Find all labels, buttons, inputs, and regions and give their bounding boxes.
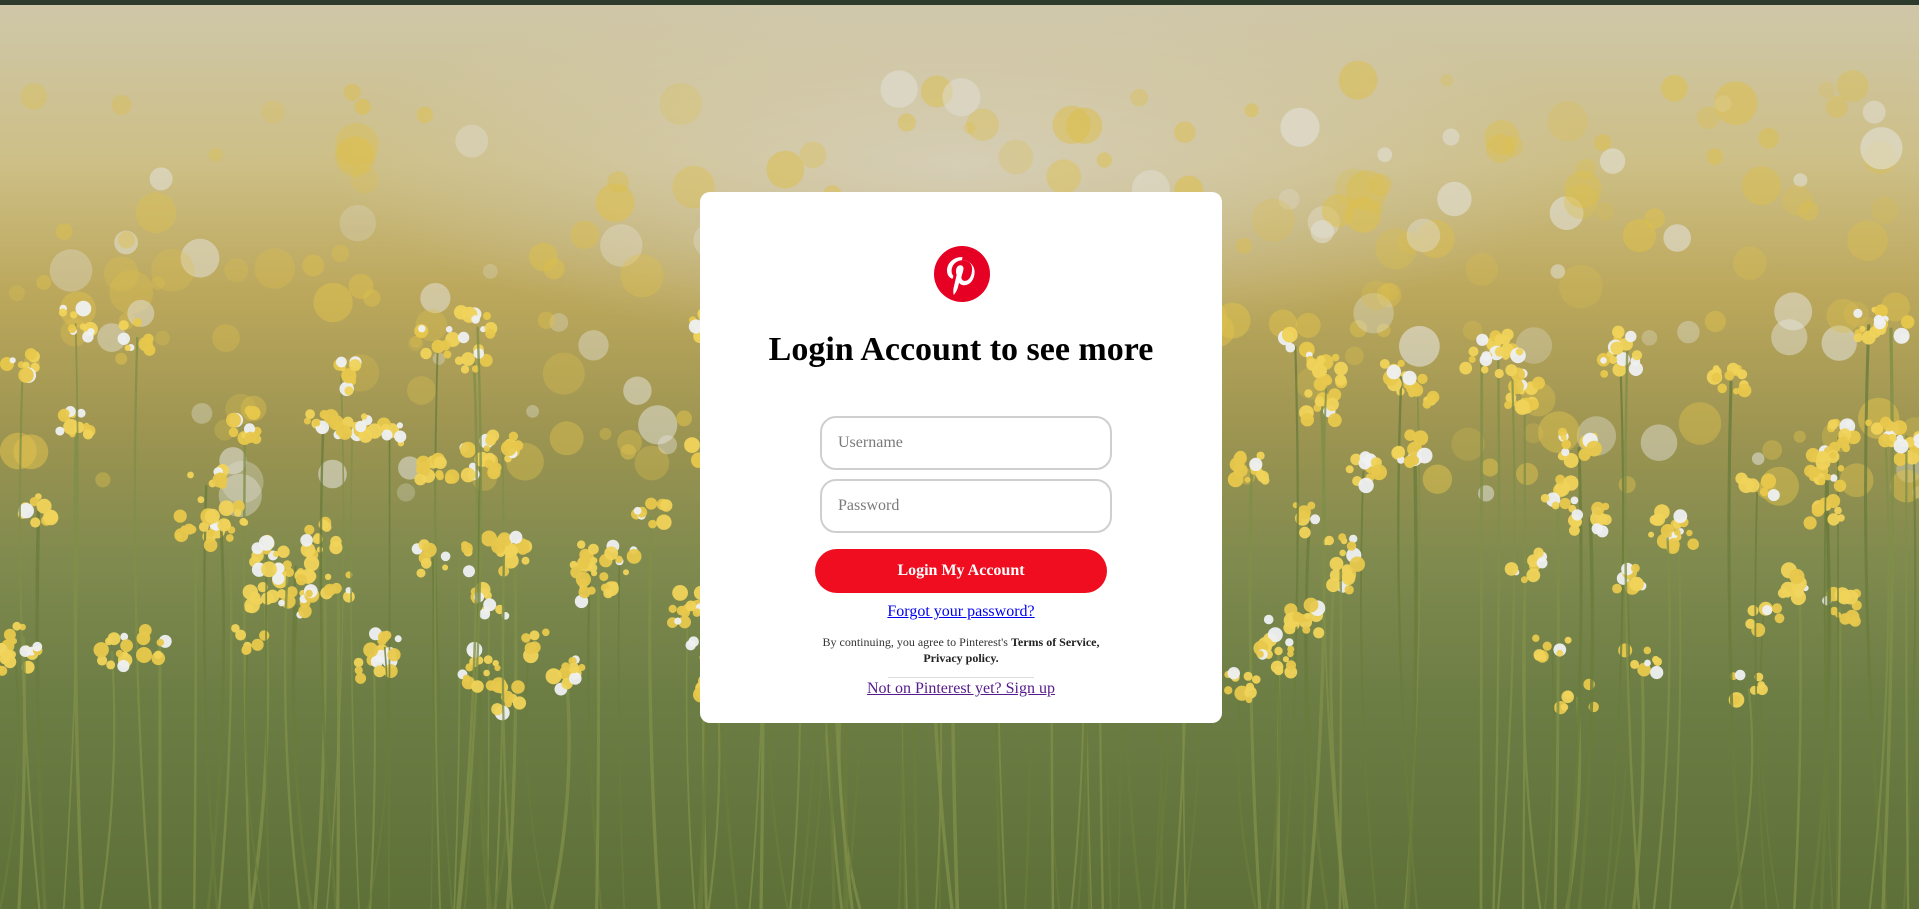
terms-text: By continuing, you agree to Pinterest's … xyxy=(821,634,1101,666)
pinterest-logo-icon xyxy=(934,246,990,302)
username-input[interactable] xyxy=(820,416,1112,470)
top-bar xyxy=(0,0,1919,5)
login-button[interactable]: Login My Account xyxy=(815,549,1107,593)
forgot-password-link[interactable]: Forgot your password? xyxy=(700,603,1222,621)
terms-of-service-link[interactable]: Terms of Service, xyxy=(1011,635,1100,649)
privacy-policy-link[interactable]: Privacy policy. xyxy=(923,651,998,665)
password-input[interactable] xyxy=(820,479,1112,533)
page-title: Login Account to see more xyxy=(768,331,1154,368)
signup-link[interactable]: Not on Pinterest yet? Sign up xyxy=(700,680,1222,698)
terms-prefix: By continuing, you agree to Pinterest's xyxy=(822,635,1011,649)
divider xyxy=(888,677,1034,678)
login-card: Login Account to see more Login My Accou… xyxy=(700,192,1222,723)
